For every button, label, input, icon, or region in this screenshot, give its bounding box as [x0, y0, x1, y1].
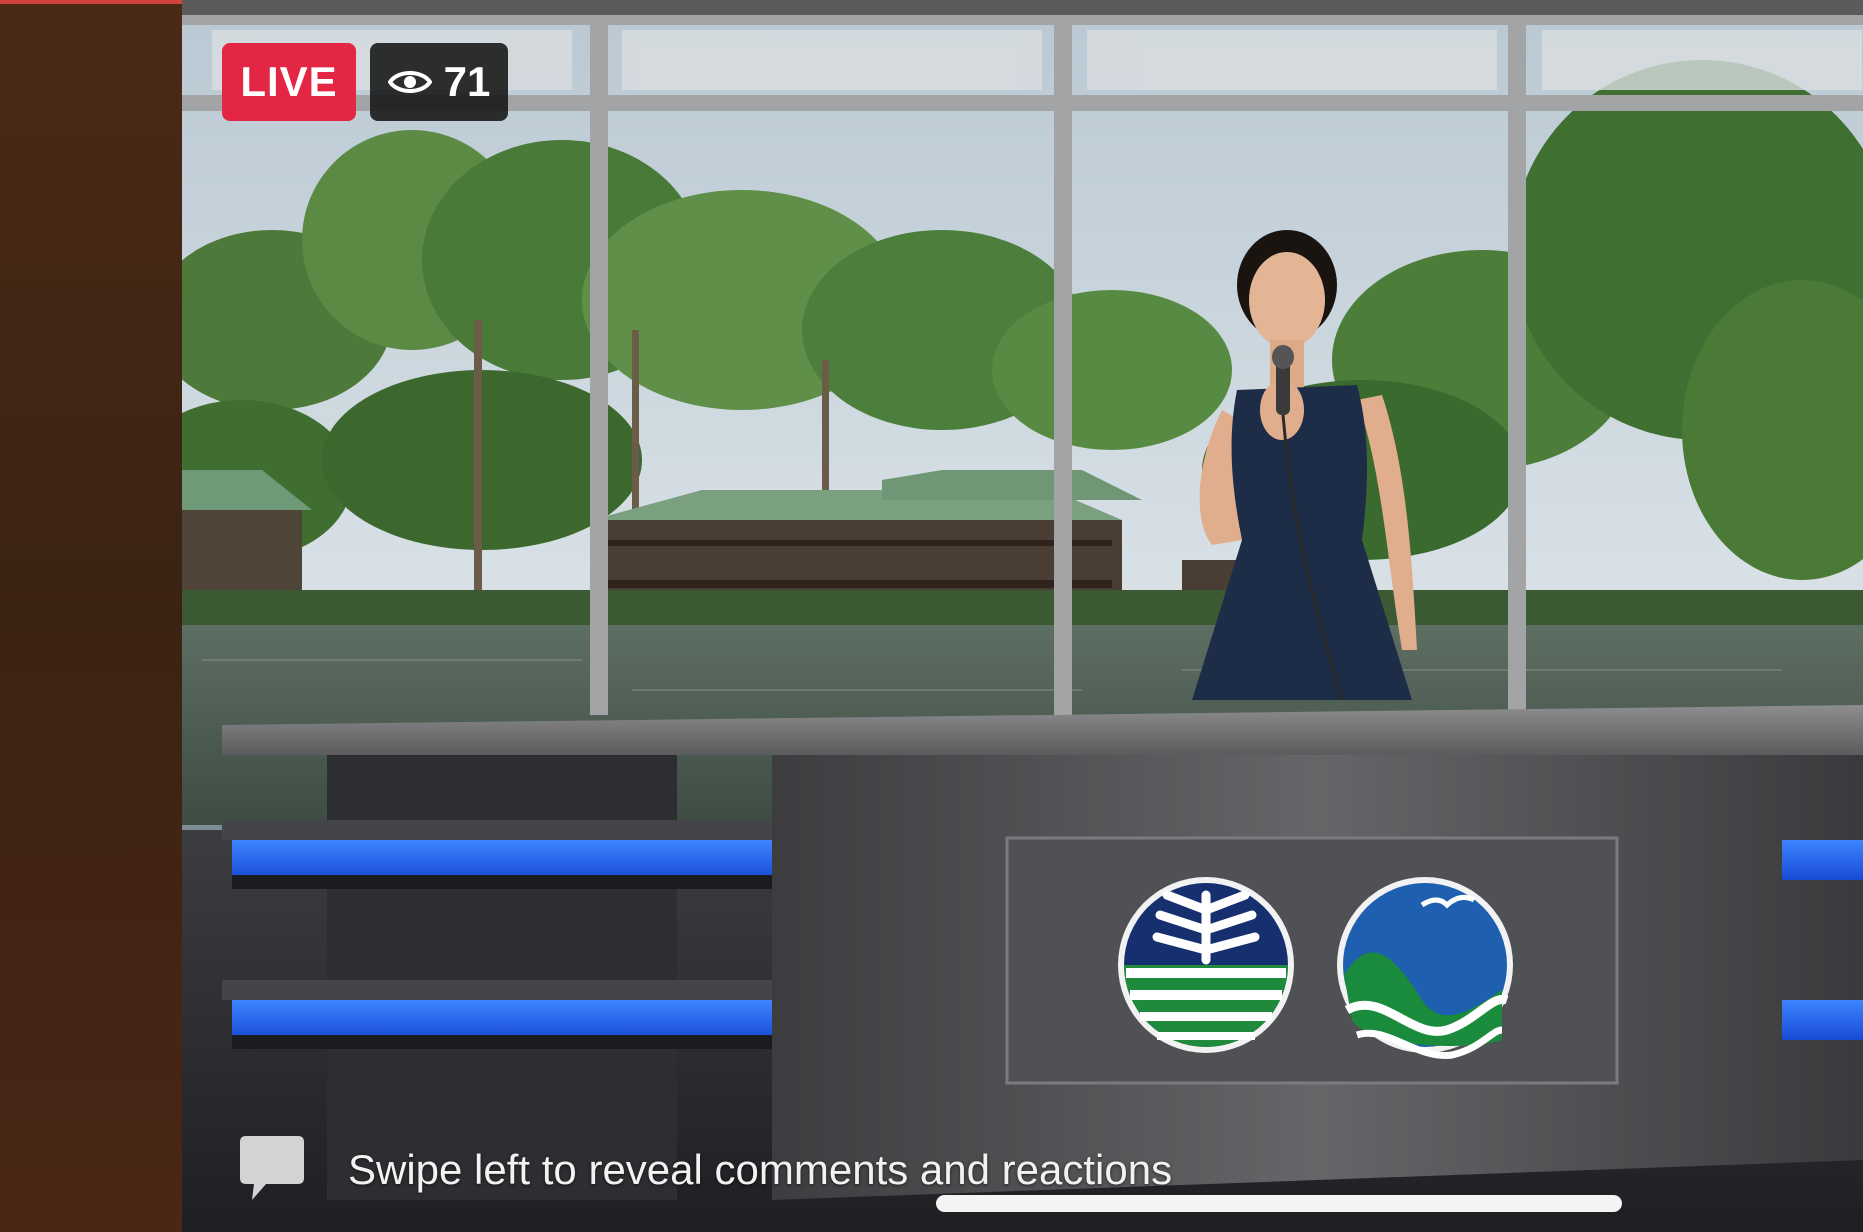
- denr-emblem-icon: [1118, 877, 1294, 1053]
- live-video-frame[interactable]: [182, 0, 1863, 1232]
- side-panel: [0, 0, 182, 1232]
- live-badge: LIVE: [222, 43, 356, 121]
- top-accent-bar: [0, 0, 182, 4]
- speech-bubble-icon: [240, 1136, 304, 1200]
- home-indicator[interactable]: [936, 1195, 1622, 1212]
- hint-text: Swipe left to reveal comments and reacti…: [348, 1146, 1173, 1193]
- bay-emblem-icon: [1337, 877, 1513, 1059]
- viewer-count-badge: 71: [370, 43, 508, 121]
- viewer-count: 71: [443, 58, 491, 105]
- studio-scene: [182, 0, 1863, 1232]
- screen: LIVE 71 Swipe left to reveal comments an…: [0, 0, 1863, 1232]
- eye-icon: [387, 71, 432, 93]
